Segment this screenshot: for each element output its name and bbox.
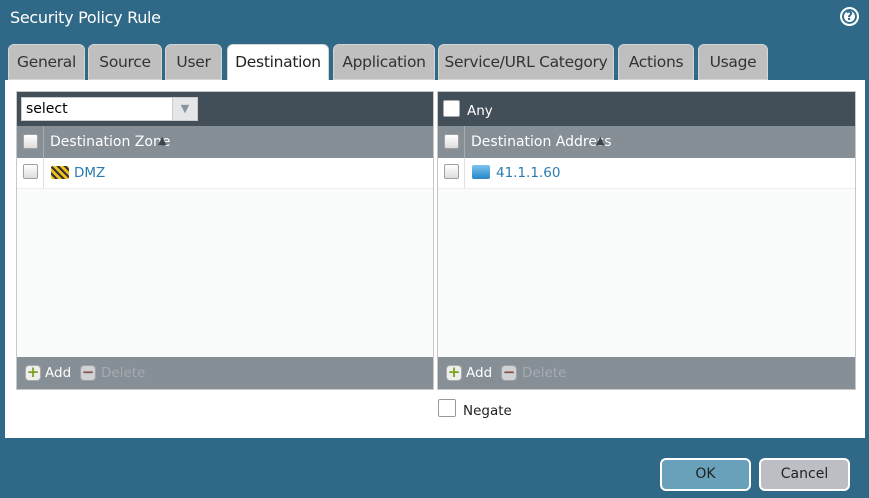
tab-general[interactable]: General — [8, 44, 85, 80]
row-checkbox[interactable] — [444, 164, 459, 179]
column-label[interactable]: Destination Address — [471, 134, 612, 150]
delete-button: Delete — [101, 365, 146, 381]
select-all-checkbox[interactable] — [23, 134, 38, 149]
address-object-icon — [472, 165, 490, 179]
tab-actions[interactable]: Actions — [618, 44, 694, 80]
delete-icon: − — [501, 363, 517, 381]
sort-asc-icon[interactable]: ▲ — [596, 134, 604, 147]
zone-select[interactable]: select ▼ — [21, 97, 198, 121]
zone-footer: + Add − Delete — [17, 357, 433, 389]
add-icon[interactable]: + — [25, 365, 41, 381]
zone-toolbar: select ▼ — [17, 92, 433, 126]
add-button[interactable]: Add — [45, 365, 71, 381]
ok-button[interactable]: OK — [660, 458, 751, 491]
tab-usage[interactable]: Usage — [698, 44, 768, 80]
tab-user[interactable]: User — [165, 44, 222, 80]
row-checkbox[interactable] — [23, 164, 38, 179]
zone-name[interactable]: DMZ — [74, 165, 105, 181]
chevron-down-icon[interactable]: ▼ — [172, 98, 197, 120]
add-button[interactable]: Add — [466, 365, 492, 381]
column-label[interactable]: Destination Zone — [50, 134, 170, 150]
zone-select-value: select — [26, 101, 68, 117]
tab-source[interactable]: Source — [88, 44, 162, 80]
tab-destination[interactable]: Destination — [227, 44, 329, 81]
address-toolbar: Any — [438, 92, 855, 126]
destination-zone-panel: select ▼ Destination Zone ▲ DMZ + Add − … — [16, 91, 434, 390]
address-value[interactable]: 41.1.1.60 — [496, 165, 560, 181]
select-all-checkbox[interactable] — [444, 134, 459, 149]
any-label: Any — [467, 103, 493, 119]
zone-icon — [51, 166, 69, 179]
negate-label: Negate — [463, 403, 512, 419]
tab-service-url-category[interactable]: Service/URL Category — [438, 44, 614, 80]
dialog-title: Security Policy Rule — [10, 8, 161, 27]
negate-checkbox[interactable] — [438, 399, 456, 417]
sort-asc-icon[interactable]: ▲ — [158, 134, 166, 147]
delete-icon: − — [80, 363, 96, 381]
address-column-header: Destination Address ▲ — [438, 126, 855, 158]
tab-application[interactable]: Application — [333, 44, 435, 80]
address-footer: + Add − Delete — [438, 357, 855, 389]
destination-address-panel: Any Destination Address ▲ 41.1.1.60 + Ad… — [437, 91, 856, 390]
any-checkbox[interactable] — [443, 100, 460, 117]
cancel-button[interactable]: Cancel — [759, 458, 850, 491]
table-row[interactable]: DMZ — [17, 158, 433, 189]
zone-column-header: Destination Zone ▲ — [17, 126, 433, 158]
add-icon[interactable]: + — [446, 365, 462, 381]
table-row[interactable]: 41.1.1.60 — [438, 158, 855, 189]
help-icon[interactable]: ? — [840, 7, 859, 26]
delete-button: Delete — [522, 365, 567, 381]
